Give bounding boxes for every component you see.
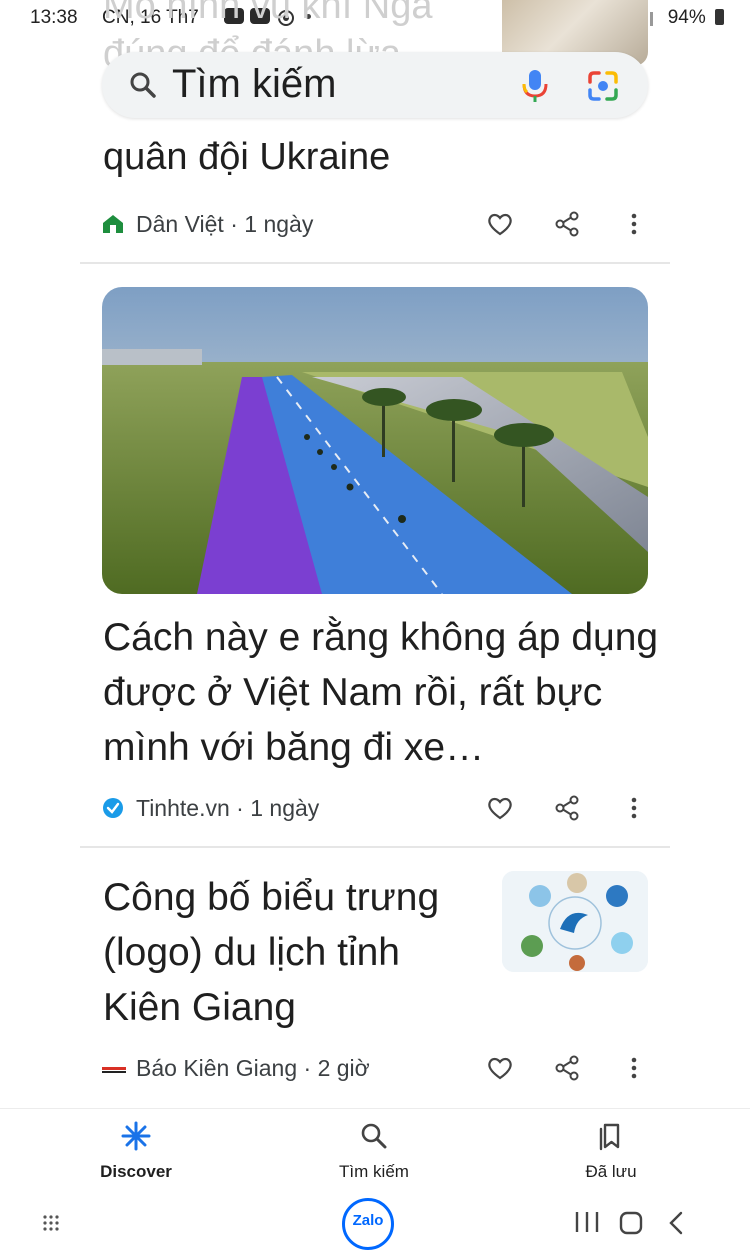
article-title[interactable]: Công bố biểu trưng (logo) du lịch tỉnh K… <box>103 870 483 1035</box>
nav-discover-label: Discover <box>100 1162 172 1181</box>
article-source[interactable]: Báo Kiên Giang <box>136 1055 297 1081</box>
app-drawer-grid-icon[interactable] <box>42 1214 60 1232</box>
discover-asterisk-icon <box>121 1121 151 1151</box>
article-age: 1 ngày <box>244 211 314 237</box>
search-icon <box>361 1123 387 1149</box>
zalo-app-icon[interactable]: Zalo <box>342 1198 394 1250</box>
google-lens-icon[interactable] <box>586 69 620 103</box>
bottom-navigation: Discover Tìm kiếm Đã lưu <box>0 1108 750 1195</box>
nav-search[interactable]: Tìm kiếm <box>304 1121 444 1182</box>
battery-level: 94% <box>668 7 724 29</box>
share-icon[interactable] <box>553 794 581 822</box>
nav-saved[interactable]: Đã lưu <box>541 1121 681 1182</box>
article-source[interactable]: Tinhte.vn <box>136 795 230 821</box>
voice-search-mic-icon[interactable] <box>520 68 550 104</box>
article-age: 1 ngày <box>250 795 320 821</box>
bao-kien-giang-source-icon <box>101 1065 127 1075</box>
meta-separator: · <box>236 795 244 821</box>
nav-saved-label: Đã lưu <box>585 1162 637 1181</box>
battery-icon <box>715 9 724 25</box>
share-icon[interactable] <box>553 210 581 238</box>
meta-separator: · <box>303 1055 312 1081</box>
article-source[interactable]: Dân Việt <box>136 211 224 237</box>
recent-apps-icon[interactable] <box>574 1210 600 1234</box>
heart-icon[interactable] <box>486 794 514 822</box>
article-meta: Báo Kiên Giang · 2 giờ <box>136 1055 370 1082</box>
heart-icon[interactable] <box>486 1054 514 1082</box>
back-button-icon[interactable] <box>666 1210 686 1236</box>
article-meta: Dân Việt · 1 ngày <box>136 211 313 238</box>
heart-icon[interactable] <box>486 210 514 238</box>
status-time: 13:38 <box>30 7 78 28</box>
more-options-icon[interactable] <box>620 794 648 822</box>
article-title[interactable]: quân đội Ukraine <box>103 136 390 179</box>
system-navigation-bar: Zalo <box>0 1194 750 1256</box>
tinhte-source-icon <box>103 798 123 818</box>
article-hero-image[interactable] <box>102 287 648 594</box>
bookmarks-icon <box>599 1123 620 1151</box>
share-icon[interactable] <box>553 1054 581 1082</box>
article-meta: Tinhte.vn · 1 ngày <box>136 795 319 822</box>
meta-separator: · <box>230 211 238 237</box>
search-icon <box>130 72 156 98</box>
home-button-icon[interactable] <box>618 1210 644 1236</box>
divider <box>80 262 670 264</box>
zalo-app-label: Zalo <box>352 1212 384 1229</box>
dan-viet-source-icon <box>103 215 123 233</box>
nav-discover[interactable]: Discover <box>66 1121 206 1182</box>
article-title[interactable]: Cách này e rằng không áp dụng được ở Việ… <box>103 610 663 775</box>
divider <box>80 846 670 848</box>
more-options-icon[interactable] <box>620 1054 648 1082</box>
article-thumbnail[interactable] <box>502 871 648 972</box>
more-options-icon[interactable] <box>620 210 648 238</box>
article-age: 2 giờ <box>317 1055 370 1081</box>
search-placeholder[interactable]: Tìm kiếm <box>172 62 336 107</box>
search-bar[interactable]: Tìm kiếm <box>102 52 648 118</box>
nav-search-label: Tìm kiếm <box>339 1162 409 1181</box>
battery-text: 94% <box>667 7 706 28</box>
